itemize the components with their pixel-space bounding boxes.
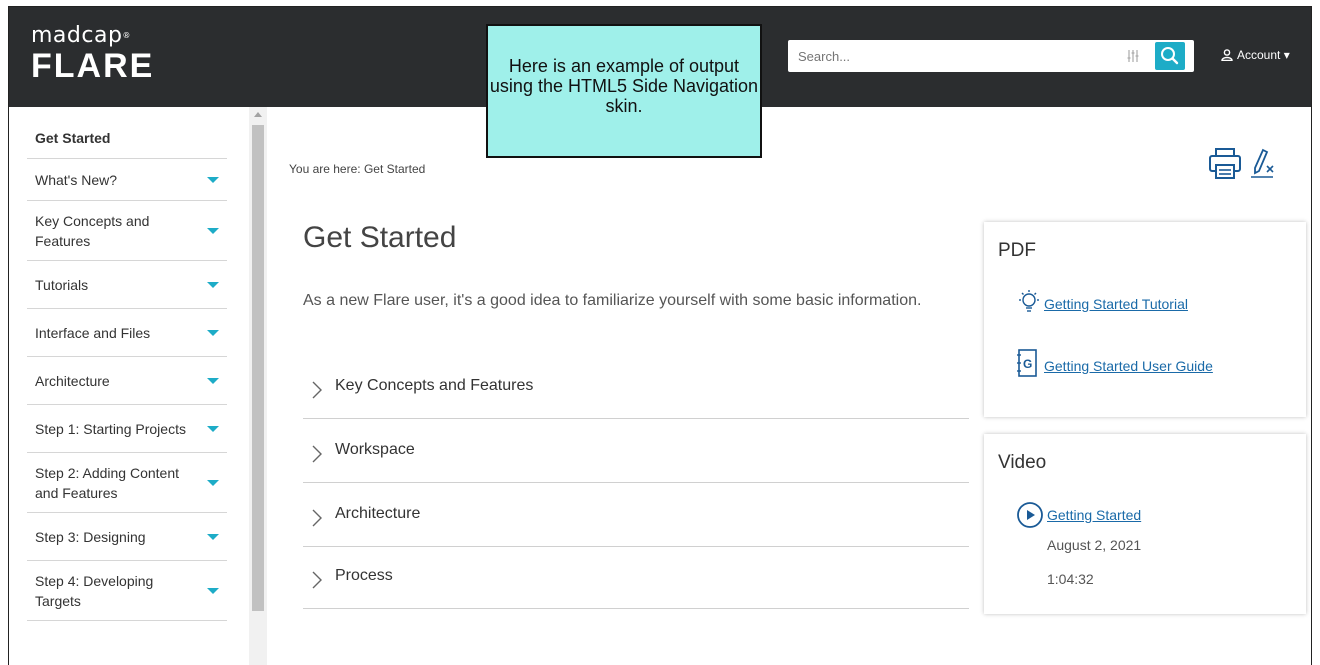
registered-mark: ®	[122, 31, 131, 40]
expand-caret-icon[interactable]	[207, 176, 219, 183]
expand-caret-icon[interactable]	[207, 533, 219, 540]
expand-caret-icon[interactable]	[207, 329, 219, 336]
pdf-card: PDF Getting Started Tutorial G Getting S…	[984, 222, 1306, 417]
expandable-section[interactable]: Workspace	[303, 419, 969, 483]
svg-text:G: G	[1023, 357, 1032, 371]
sidebar-item[interactable]: Interface and Files	[27, 309, 227, 357]
video-card: Video Getting Started August 2, 2021 1:0…	[984, 434, 1306, 614]
guide-book-icon: G	[1017, 349, 1037, 377]
video-duration: 1:04:32	[1047, 571, 1094, 587]
sidebar-item-label: Interface and Files	[35, 324, 151, 341]
sidebar-item-label: Step 1: Starting Projects	[35, 420, 186, 437]
search-button[interactable]	[1155, 42, 1185, 70]
expand-caret-icon[interactable]	[207, 227, 219, 234]
browser-frame: madcap® FLARE Accou	[8, 6, 1312, 665]
expand-caret-icon[interactable]	[207, 377, 219, 384]
intro-text: As a new Flare user, it's a good idea to…	[303, 292, 922, 309]
sidebar-item[interactable]: Get Started	[27, 117, 227, 159]
pdf-card-title: PDF	[998, 240, 1036, 261]
sidebar-item-label: Key Concepts and Features	[35, 212, 150, 249]
play-icon[interactable]	[1016, 501, 1044, 529]
expandable-section[interactable]: Architecture	[303, 483, 969, 547]
sidebar-item[interactable]: What's New?	[27, 159, 227, 201]
scroll-thumb[interactable]	[252, 125, 264, 611]
sidebar-item[interactable]: Tutorials	[27, 261, 227, 309]
scroll-up-arrow-icon[interactable]	[254, 112, 262, 117]
annotation-callout: Here is an example of output using the H…	[486, 24, 762, 158]
sidebar-item[interactable]: Key Concepts and Features	[27, 201, 227, 261]
sidebar-item[interactable]: Step 2: Adding Content and Features	[27, 453, 227, 513]
expandable-section-label: Key Concepts and Features	[335, 377, 534, 394]
sidebar-item-label: Step 4: Developing Targets	[35, 572, 154, 609]
search-box	[788, 40, 1194, 72]
expandable-section-label: Architecture	[335, 505, 421, 522]
sidebar-item-label: Step 2: Adding Content and Features	[35, 464, 179, 501]
sidebar-item-label: Get Started	[35, 129, 111, 146]
search-icon	[1161, 47, 1179, 65]
logo-bottom-text: FLARE	[31, 47, 155, 85]
chevron-right-icon	[312, 381, 322, 399]
sidebar-item-label: What's New?	[35, 171, 118, 188]
madcap-flare-logo[interactable]: madcap® FLARE	[31, 23, 155, 85]
logo-top-text: madcap	[31, 23, 123, 48]
side-navigation: Get Started What's New? Key Concepts and F…	[9, 107, 267, 665]
sidebar-item[interactable]: Step 3: Designing	[27, 513, 227, 561]
search-filter-icon[interactable]	[1126, 49, 1140, 63]
expandable-section[interactable]: Process	[303, 545, 969, 609]
lightbulb-icon	[1019, 290, 1039, 312]
pdf-link-getting-started-user-guide[interactable]: Getting Started User Guide	[1044, 358, 1213, 374]
chevron-right-icon	[312, 509, 322, 527]
expandable-section-label: Workspace	[335, 441, 415, 458]
expandable-section[interactable]: Key Concepts and Features	[303, 355, 969, 419]
sidebar-item[interactable]: Architecture	[27, 357, 227, 405]
video-link-getting-started[interactable]: Getting Started	[1047, 507, 1141, 523]
sidebar-item-label: Tutorials	[35, 276, 89, 293]
account-label: Account ▾	[1237, 48, 1290, 62]
page-title: Get Started	[303, 221, 457, 254]
sidebar-item-label: Step 3: Designing	[35, 528, 146, 545]
search-input[interactable]	[788, 40, 1118, 72]
chevron-right-icon	[312, 445, 322, 463]
user-icon	[1221, 49, 1233, 61]
breadcrumb: You are here: Get Started	[289, 162, 426, 176]
clear-highlight-icon[interactable]	[1249, 147, 1279, 181]
sidebar-item[interactable]: Step 1: Starting Projects	[27, 405, 227, 453]
expand-caret-icon[interactable]	[207, 587, 219, 594]
account-menu[interactable]: Account ▾	[1221, 48, 1290, 62]
sidebar-scrollbar[interactable]	[249, 107, 267, 665]
side-nav-list: Get Started What's New? Key Concepts and F…	[27, 117, 227, 621]
video-date: August 2, 2021	[1047, 537, 1142, 553]
expandable-section-label: Process	[335, 567, 393, 584]
expand-caret-icon[interactable]	[207, 281, 219, 288]
expand-caret-icon[interactable]	[207, 425, 219, 432]
print-icon[interactable]	[1207, 147, 1243, 181]
video-card-title: Video	[998, 452, 1047, 473]
sidebar-item[interactable]: Step 4: Developing Targets	[27, 561, 227, 621]
chevron-right-icon	[312, 571, 322, 589]
sidebar-item-label: Architecture	[35, 372, 110, 389]
pdf-link-getting-started-tutorial[interactable]: Getting Started Tutorial	[1044, 296, 1188, 312]
expand-caret-icon[interactable]	[207, 479, 219, 486]
